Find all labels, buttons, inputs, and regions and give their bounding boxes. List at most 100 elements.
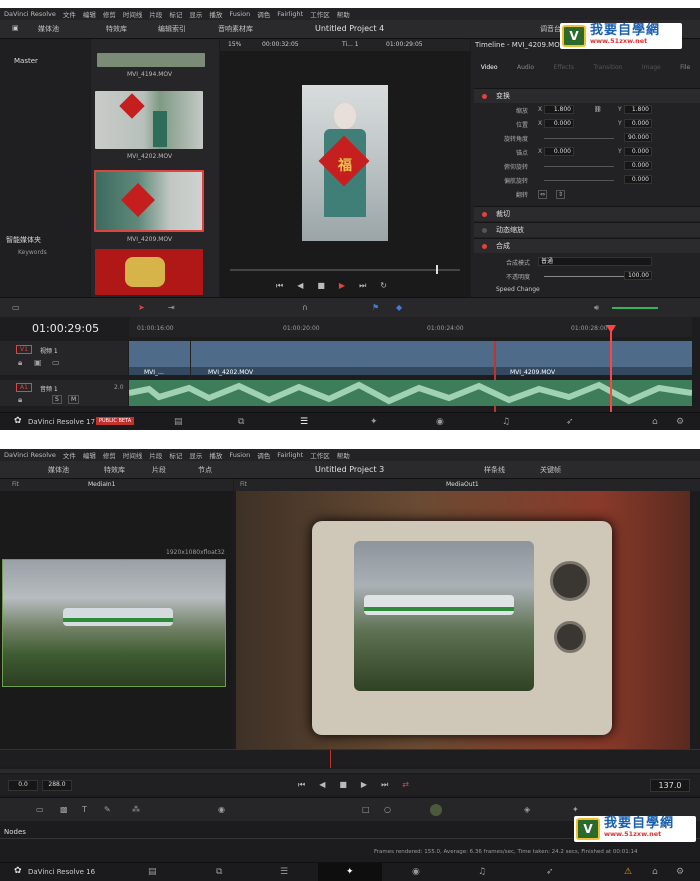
clip-thumbnail-selected[interactable]	[94, 170, 204, 232]
background-tool-icon[interactable]: ▭	[36, 806, 44, 814]
viewer-scrubber[interactable]	[230, 269, 460, 271]
timeline-selector[interactable]: Ti... 1	[342, 41, 359, 48]
deliver-page-icon[interactable]: ➶	[546, 867, 554, 877]
a1-badge[interactable]: A1	[16, 383, 32, 392]
color-page-icon[interactable]: ◉	[436, 417, 444, 427]
mixer-button[interactable]: 调音台	[540, 24, 561, 34]
effects-button[interactable]: 特效库	[106, 24, 127, 34]
media-page-icon[interactable]: ▤	[174, 417, 183, 427]
time-ruler[interactable]	[0, 749, 700, 768]
clip-thumbnail[interactable]	[95, 249, 203, 295]
warning-icon[interactable]: ⚠	[624, 867, 632, 877]
menu-item[interactable]: Fairlight	[277, 10, 303, 18]
menu-item[interactable]: 文件	[63, 9, 76, 19]
nodes-button[interactable]: 节点	[198, 465, 212, 475]
menu-item[interactable]: Fusion	[229, 10, 250, 18]
reverse-icon[interactable]: ◀	[319, 780, 325, 790]
video-clip[interactable]: MVI_4209.MOV	[510, 369, 555, 376]
anchor-x-field[interactable]: 0.000	[544, 147, 574, 156]
settings-gear-icon[interactable]: ⚙	[676, 867, 684, 877]
image-tool-icon[interactable]: ▩	[60, 806, 68, 814]
play-icon[interactable]: ▶	[361, 780, 367, 790]
menu-item[interactable]: 编辑	[83, 9, 96, 19]
opacity-slider[interactable]	[544, 276, 624, 277]
edit-page-icon[interactable]: ☰	[300, 417, 308, 427]
3d-tool-icon[interactable]: ◈	[524, 806, 530, 814]
trim-tool-icon[interactable]: ⇥	[168, 304, 175, 312]
transform-section[interactable]: 变换	[474, 88, 700, 103]
menu-item[interactable]: 帮助	[337, 9, 350, 19]
menu-item[interactable]: 帮助	[337, 450, 350, 460]
reverse-icon[interactable]: ◀	[297, 281, 303, 291]
crop-section[interactable]: 裁切	[474, 206, 700, 221]
menu-item[interactable]: 时间线	[123, 9, 143, 19]
deliver-page-icon[interactable]: ➶	[566, 417, 574, 427]
position-x-field[interactable]: 0.000	[544, 119, 574, 128]
zoom-x-field[interactable]: 1.800	[544, 105, 574, 114]
menu-item[interactable]: 文件	[63, 450, 76, 460]
menu-item[interactable]: 显示	[189, 450, 202, 460]
playhead[interactable]	[610, 329, 612, 413]
polygon-mask-icon[interactable]	[430, 804, 442, 816]
loop-icon[interactable]: ↻	[380, 281, 387, 291]
fusion-page-icon[interactable]: ✦	[370, 417, 378, 427]
render-start-field[interactable]: 0.0	[8, 780, 38, 791]
menu-item[interactable]: 标记	[169, 9, 182, 19]
current-frame-field[interactable]: 137.0	[650, 779, 690, 792]
yaw-slider[interactable]	[544, 180, 614, 181]
tab-file[interactable]: File	[680, 64, 690, 75]
menu-item[interactable]: 调色	[257, 450, 270, 460]
menu-item[interactable]: 时间线	[123, 450, 143, 460]
color-tool-icon[interactable]: ◉	[218, 806, 225, 814]
paint-tool-icon[interactable]: ✎	[104, 806, 111, 814]
panel-toggle-icon[interactable]: ▣	[12, 24, 19, 32]
video-clip[interactable]: MVI_4202.MOV	[208, 369, 253, 376]
v1-badge[interactable]: V1	[16, 345, 32, 354]
menu-item[interactable]: 片段	[149, 9, 162, 19]
rotation-slider[interactable]	[544, 138, 614, 139]
menu-item[interactable]: 显示	[189, 9, 202, 19]
menu-item[interactable]: 修剪	[103, 9, 116, 19]
clip-thumbnail[interactable]	[97, 53, 205, 67]
menu-item[interactable]: 片段	[149, 450, 162, 460]
flip-horizontal-icon[interactable]: ⇔	[538, 190, 548, 199]
flag-icon[interactable]: ⚑	[372, 304, 379, 312]
spline-button[interactable]: 样条线	[484, 465, 505, 475]
menu-item[interactable]: DaVinci Resolve	[4, 451, 56, 459]
light-tool-icon[interactable]: ✦	[572, 806, 579, 814]
selection-tool-icon[interactable]: ➤	[138, 304, 145, 312]
track-visibility-icon[interactable]: ▭	[52, 359, 60, 367]
text-tool-icon[interactable]: T	[82, 806, 87, 814]
fusion-page-icon[interactable]: ✦	[346, 867, 354, 877]
edit-page-icon[interactable]: ☰	[280, 867, 288, 877]
position-y-field[interactable]: 0.000	[624, 119, 652, 128]
sound-library-button[interactable]: 音响素材库	[218, 24, 253, 34]
zoom-level[interactable]: 15%	[228, 41, 241, 48]
edit-index-button[interactable]: 编辑索引	[158, 24, 186, 34]
particle-tool-icon[interactable]: ⁂	[132, 806, 140, 814]
media-page-icon[interactable]: ▤	[148, 867, 157, 877]
cut-page-icon[interactable]: ⧉	[216, 867, 222, 877]
fit-selector[interactable]: Fit	[12, 481, 19, 488]
speed-change-section[interactable]: Speed Change	[496, 286, 540, 293]
tab-audio[interactable]: Audio	[517, 64, 534, 75]
menu-item[interactable]: 修剪	[103, 450, 116, 460]
fit-selector[interactable]: Fit	[240, 481, 247, 488]
menu-item[interactable]: DaVinci Resolve	[4, 10, 56, 18]
play-icon[interactable]: ▶	[339, 281, 345, 291]
tab-transition[interactable]: Transition	[593, 64, 622, 75]
rotation-field[interactable]: 90.000	[624, 133, 652, 142]
menu-item[interactable]: 播放	[209, 9, 222, 19]
marker-icon[interactable]: ◆	[396, 304, 402, 312]
playhead[interactable]	[330, 750, 331, 768]
menu-item[interactable]: Fusion	[229, 451, 250, 459]
fairlight-page-icon[interactable]: ♫	[502, 417, 510, 427]
ellipse-mask-icon[interactable]: ○	[384, 806, 391, 814]
menu-item[interactable]: 编辑	[83, 450, 96, 460]
auto-select-icon[interactable]: ▣	[34, 359, 42, 367]
stop-icon[interactable]: ■	[317, 281, 325, 291]
clip-thumbnail[interactable]	[95, 91, 203, 149]
loop-icon[interactable]: ⇄	[402, 780, 409, 790]
menu-item[interactable]: 调色	[257, 9, 270, 19]
lock-icon[interactable]: 🔒︎	[18, 359, 22, 367]
